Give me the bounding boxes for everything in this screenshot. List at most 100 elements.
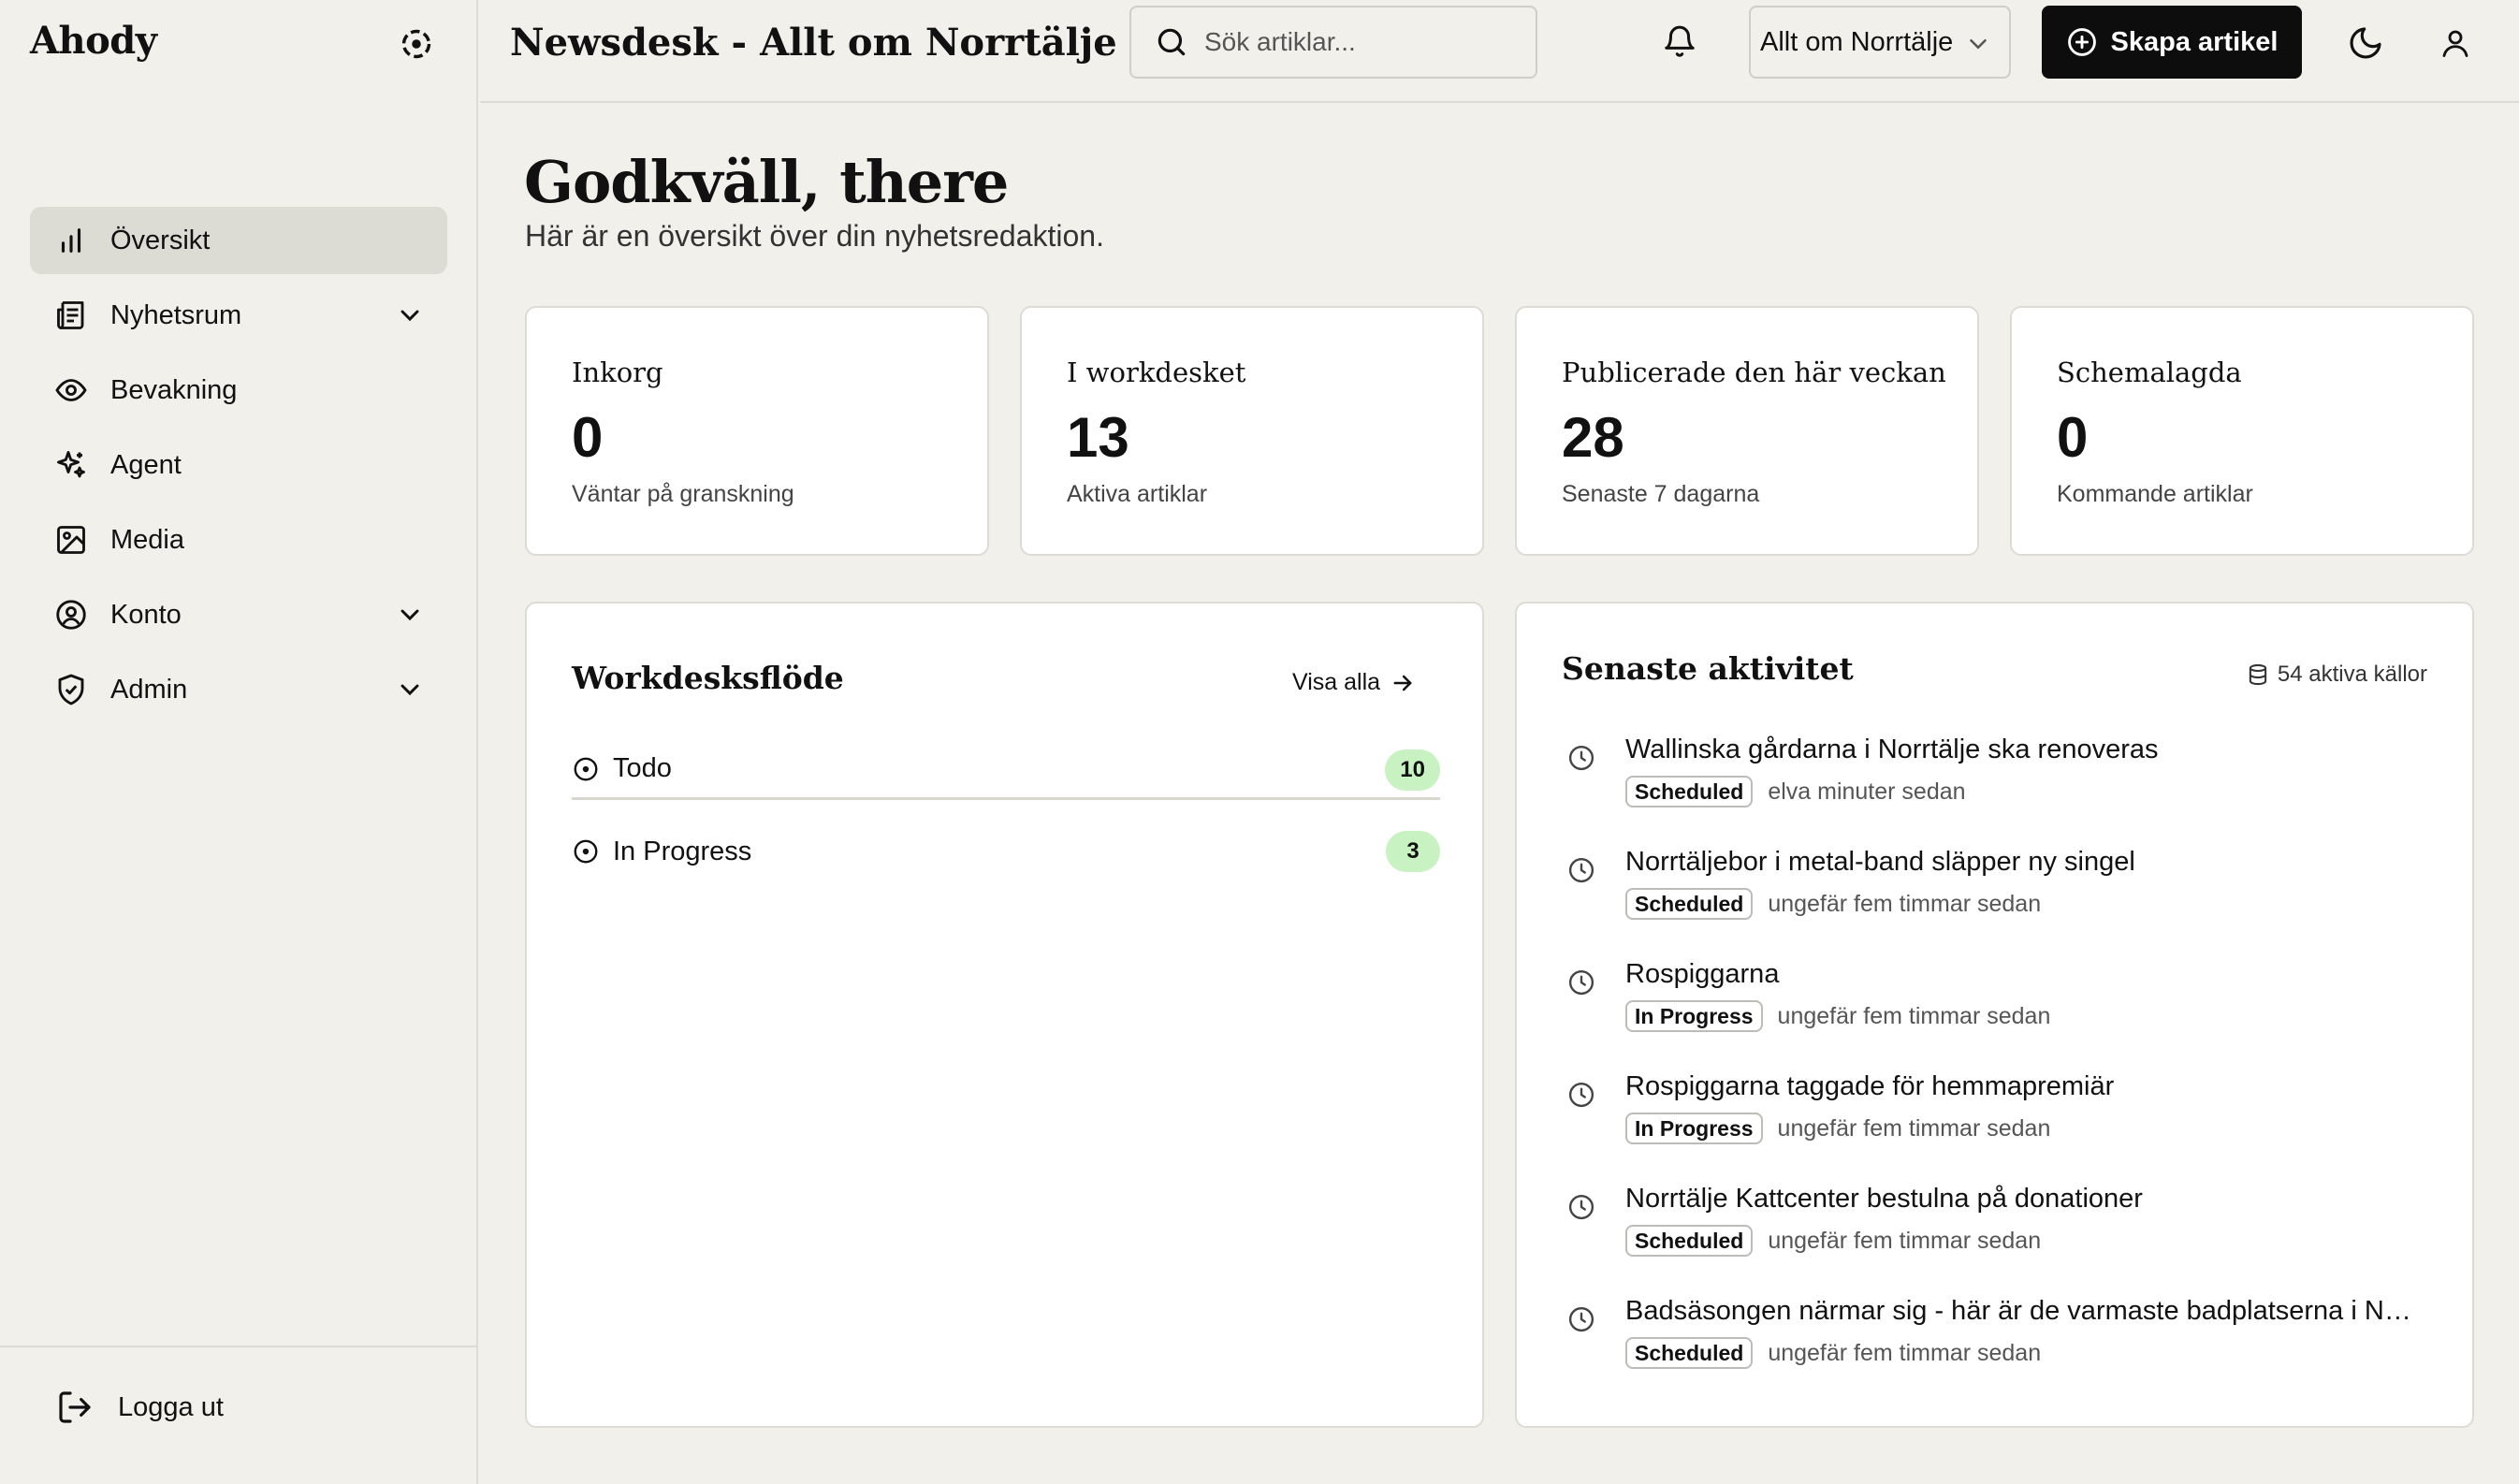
workflow-row-in-progress[interactable]: In Progress 3: [572, 822, 1440, 881]
activity-time: ungefär fem timmar sedan: [1768, 1339, 2042, 1366]
status-badge: Scheduled: [1625, 776, 1754, 807]
chevron-down-icon: [1970, 39, 1987, 50]
search-input[interactable]: [1204, 27, 1522, 57]
logout-icon: [59, 1391, 91, 1423]
activity-time: ungefär fem timmar sedan: [1768, 890, 2042, 917]
workflow-panel: Workdesksflöde Visa alla Todo 10 In Prog…: [525, 602, 1484, 1428]
search-box[interactable]: [1129, 6, 1537, 79]
sidebar-item-bevakning[interactable]: Bevakning: [30, 356, 447, 424]
stat-value: 0: [2057, 406, 2089, 469]
activity-title-text: Badsäsongen närmar sig - här är de varma…: [1625, 1296, 2421, 1326]
stat-value: 13: [1067, 406, 1129, 469]
workflow-row-todo[interactable]: Todo 10: [572, 740, 1440, 800]
sources-label: 54 aktiva källor: [2277, 662, 2427, 687]
stat-desc: Kommande artiklar: [2057, 481, 2253, 507]
circle-dot-icon: [574, 839, 598, 864]
stat-value: 28: [1562, 406, 1624, 469]
newspaper-icon: [52, 297, 90, 334]
status-badge: In Progress: [1625, 1000, 1763, 1032]
sidebar-item-label: Översikt: [110, 225, 211, 255]
page-header-title: Newsdesk - Allt om Norrtälje: [510, 21, 1117, 65]
activity-title: Senaste aktivitet: [1562, 650, 1854, 687]
page-title: Godkväll, there: [524, 148, 1009, 216]
sources-indicator: 54 aktiva källor: [2246, 662, 2427, 688]
stat-title: I workdesket: [1067, 356, 1246, 388]
chevron-down-icon[interactable]: [395, 300, 425, 330]
clock-icon: [1568, 857, 1594, 883]
sidebar: Ahody Översikt Nyhetsrum Bevakning Agent…: [0, 0, 478, 1484]
circle-dot-icon: [574, 757, 598, 780]
database-icon: [2249, 663, 2267, 686]
activity-time: ungefär fem timmar sedan: [1777, 1002, 2051, 1029]
image-icon: [52, 521, 90, 559]
count-badge: 3: [1386, 831, 1440, 872]
sidebar-nav: Översikt Nyhetsrum Bevakning Agent Media…: [30, 207, 447, 731]
sparkles-icon: [52, 446, 90, 484]
activity-title-text: Rospiggarna: [1625, 959, 1780, 989]
clock-icon: [1568, 1082, 1594, 1108]
stat-card-published: Publicerade den här veckan 28 Senaste 7 …: [1515, 306, 1979, 556]
chevron-down-icon[interactable]: [395, 600, 425, 630]
eye-icon: [52, 371, 90, 409]
arrow-right-icon: [1393, 675, 1412, 691]
user-icon[interactable]: [2439, 26, 2472, 60]
sidebar-toggle-icon[interactable]: [399, 26, 434, 62]
stat-card-inkorg: Inkorg 0 Väntar på granskning: [525, 306, 989, 556]
bar-chart-icon: [52, 222, 90, 259]
newsroom-select-value: Allt om Norrtälje: [1760, 26, 1954, 57]
chevron-down-icon[interactable]: [395, 675, 425, 705]
create-article-button[interactable]: Skapa artikel: [2042, 6, 2302, 79]
status-badge: Scheduled: [1625, 1337, 1754, 1369]
search-icon: [1158, 28, 1186, 56]
logout-label: Logga ut: [118, 1391, 224, 1422]
clock-icon: [1568, 745, 1594, 771]
stat-title: Inkorg: [572, 356, 663, 388]
plus-circle-icon: [2067, 28, 2096, 56]
activity-time: elva minuter sedan: [1768, 778, 1966, 805]
status-badge: Scheduled: [1625, 888, 1754, 920]
activity-time: ungefär fem timmar sedan: [1768, 1227, 2042, 1254]
logout-button[interactable]: Logga ut: [56, 1389, 224, 1426]
brand-logo[interactable]: Ahody: [30, 19, 157, 63]
activity-title-text: Norrtäljebor i metal-band släpper ny sin…: [1625, 847, 2135, 877]
sidebar-item-konto[interactable]: Konto: [30, 581, 447, 648]
shield-check-icon: [52, 671, 90, 708]
page-subtitle: Här är en översikt över din nyhetsredakt…: [525, 219, 1104, 253]
activity-title-text: Rospiggarna taggade för hemmapremiär: [1625, 1071, 2115, 1101]
sidebar-item-admin[interactable]: Admin: [30, 656, 447, 723]
activity-panel: Senaste aktivitet 54 aktiva källor Walli…: [1515, 602, 2474, 1428]
sidebar-item-label: Agent: [110, 449, 182, 480]
clock-icon: [1568, 969, 1594, 996]
stat-card-workdesk: I workdesket 13 Aktiva artiklar: [1020, 306, 1484, 556]
status-badge: In Progress: [1625, 1113, 1763, 1144]
stat-desc: Aktiva artiklar: [1067, 481, 1208, 507]
stat-title: Publicerade den här veckan: [1562, 356, 1946, 388]
stat-desc: Senaste 7 dagarna: [1562, 481, 1760, 507]
sidebar-item-nyhetsrum[interactable]: Nyhetsrum: [30, 282, 447, 349]
moon-icon[interactable]: [2347, 24, 2384, 62]
user-circle-icon: [52, 596, 90, 633]
clock-icon: [1568, 1194, 1594, 1220]
status-badge: Scheduled: [1625, 1225, 1754, 1257]
stat-title: Schemalagda: [2057, 356, 2242, 388]
sidebar-item-label: Admin: [110, 674, 188, 705]
stat-card-scheduled: Schemalagda 0 Kommande artiklar: [2010, 306, 2474, 556]
activity-title-text: Norrtälje Kattcenter bestulna på donatio…: [1625, 1184, 2143, 1214]
view-all-link[interactable]: Visa alla: [1292, 669, 1416, 696]
view-all-label: Visa alla: [1292, 669, 1381, 695]
sidebar-item-agent[interactable]: Agent: [30, 431, 447, 499]
sidebar-item-oversikt[interactable]: Översikt: [30, 207, 447, 274]
stat-desc: Väntar på granskning: [572, 481, 794, 507]
workflow-title: Workdesksflöde: [572, 660, 844, 696]
count-badge: 10: [1385, 749, 1440, 791]
bell-icon[interactable]: [1662, 24, 1697, 60]
sidebar-item-label: Konto: [110, 599, 182, 630]
sidebar-divider: [0, 1346, 478, 1347]
newsroom-select[interactable]: Allt om Norrtälje: [1749, 6, 2011, 79]
sidebar-item-label: Bevakning: [110, 374, 238, 405]
sidebar-item-label: Nyhetsrum: [110, 299, 242, 330]
stat-value: 0: [572, 406, 604, 469]
create-article-label: Skapa artikel: [2110, 26, 2279, 57]
workflow-row-label: In Progress: [613, 836, 752, 866]
sidebar-item-media[interactable]: Media: [30, 506, 447, 574]
